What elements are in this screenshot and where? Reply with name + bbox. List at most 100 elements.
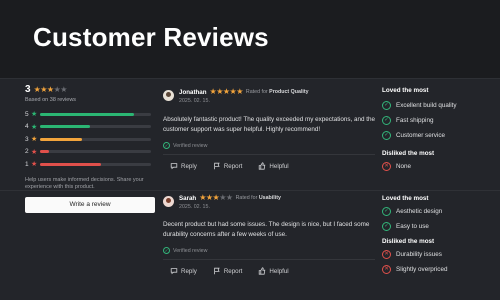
average-rating: 3 [25,84,31,95]
star-icon: ★ [60,84,67,94]
helpful-button[interactable]: Helpful [258,162,289,170]
review-date: 2025. 02. 15. [179,204,210,210]
report-button[interactable]: Report [213,162,242,170]
review-text: Absolutely fantastic product! The qualit… [163,116,376,134]
star-icon: ★ [222,87,230,96]
review-text: Decent product but had some issues. The … [163,221,370,239]
star-icon: ★ [31,136,38,144]
review-card: Sarah ★★★★★ Rated for Usability 2025. 02… [163,194,375,275]
x-icon: ✕ [382,265,391,274]
helpful-button[interactable]: Helpful [258,267,289,275]
flag-icon [214,162,220,170]
distribution-bar [40,137,151,141]
check-icon: ✓ [382,131,391,140]
star-icon: ★ [205,193,213,202]
distribution-bar [40,112,151,116]
rated-for: Rated for Usability [235,195,281,201]
disliked-item: ✕ Slightly overpriced [382,262,492,277]
flag-icon [214,267,220,275]
check-icon: ✓ [163,247,170,255]
distribution-bar [40,150,151,154]
check-icon: ✓ [163,142,170,150]
reply-button[interactable]: Reply [170,267,197,275]
check-icon: ✓ [382,116,391,125]
thumbs-up-icon [259,267,266,275]
distribution-row: 4 ★ [25,121,157,134]
reviews-panel: 3 ★★★★★ Based on 38 reviews 5 ★ 4 ★ 3 ★ 2 ★ 1 ★ H… [0,78,500,300]
item-label: Slightly overpriced [396,266,448,273]
item-label: Aesthetic design [396,208,443,215]
verified-badge: ✓ Verified review [163,247,208,255]
star-icon: ★ [46,84,54,94]
thumbs-up-icon [259,162,266,170]
rated-for: Rated for Product Quality [245,89,309,95]
star-icon: ★ [31,111,38,119]
verified-badge: ✓ Verified review [163,142,208,150]
page-title: Customer Reviews [33,22,269,52]
distribution-bar-fill [40,125,90,129]
review-card: Jonathan ★★★★★ Rated for Product Quality… [163,88,375,170]
average-stars: ★★★★★ [34,84,68,94]
star-icon: ★ [225,193,233,202]
divider [163,154,375,156]
distribution-row: 5 ★ [25,108,157,121]
reply-button[interactable]: Reply [170,162,197,170]
rating-distribution: 5 ★ 4 ★ 3 ★ 2 ★ 1 ★ [25,108,157,171]
star-icon: ★ [199,193,206,202]
disliked-title: Disliked the most [382,238,435,245]
report-button[interactable]: Report [213,267,242,275]
x-icon: ✕ [382,250,391,259]
distribution-bar-fill [40,150,49,154]
loved-list: ✓ Aesthetic design ✓ Easy to use [382,204,492,234]
disliked-list: ✕ Durability issues ✕ Slightly overpriced [382,247,492,277]
rating-summary: 3 ★★★★★ Based on 38 reviews 5 ★ 4 ★ 3 ★ 2 ★ 1 ★ H… [25,84,157,214]
avatar [163,196,174,207]
disliked-item: ✕ None [382,159,492,174]
loved-list: ✓ Excellent build quality ✓ Fast shipping ✓ C… [382,98,492,143]
page-header: Customer Reviews [0,0,500,78]
avatar [163,90,174,101]
distribution-row: 2 ★ [25,146,157,159]
item-label: Easy to use [396,223,429,230]
write-review-button[interactable]: Write a review [25,197,155,214]
star-icon: ★ [31,148,38,156]
loved-title: Loved the most [382,195,429,202]
disliked-item: ✕ Durability issues [382,247,492,262]
check-icon: ✓ [382,101,391,110]
divider [163,259,375,261]
reply-icon [170,163,178,170]
distribution-row: 1 ★ [25,158,157,171]
reviewer-name: Jonathan [179,88,207,96]
distribution-bar-fill [40,137,83,141]
item-label: Excellent build quality [396,102,457,109]
check-icon: ✓ [382,222,391,231]
disliked-list: ✕ None [382,159,492,174]
star-icon: ★ [219,193,226,202]
reply-icon [170,268,178,275]
reviewer-name: Sarah [179,194,197,202]
review-count: Based on 38 reviews [25,97,77,103]
review-pros-cons: Loved the most ✓ Aesthetic design ✓ Easy to… [382,195,492,277]
star-icon: ★ [236,87,243,96]
star-icon: ★ [31,161,38,169]
review-stars: ★★★★★ [210,87,244,96]
star-icon: ★ [216,87,223,96]
check-icon: ✓ [382,207,391,216]
review-date: 2025. 02. 15. [179,98,210,104]
item-label: Customer service [396,132,445,139]
item-label: None [396,163,412,170]
loved-title: Loved the most [382,87,429,94]
distribution-bar-fill [40,112,135,116]
distribution-bar [40,162,151,166]
star-icon: ★ [31,123,38,131]
loved-item: ✓ Customer service [382,128,492,143]
review-pros-cons: Loved the most ✓ Excellent build quality ✓… [382,87,492,174]
distribution-bar-fill [40,162,102,166]
loved-item: ✓ Easy to use [382,219,492,234]
x-icon: ✕ [382,162,391,171]
distribution-bar [40,125,151,129]
item-label: Durability issues [396,251,442,258]
item-label: Fast shipping [396,117,434,124]
loved-item: ✓ Aesthetic design [382,204,492,219]
loved-item: ✓ Excellent build quality [382,98,492,113]
